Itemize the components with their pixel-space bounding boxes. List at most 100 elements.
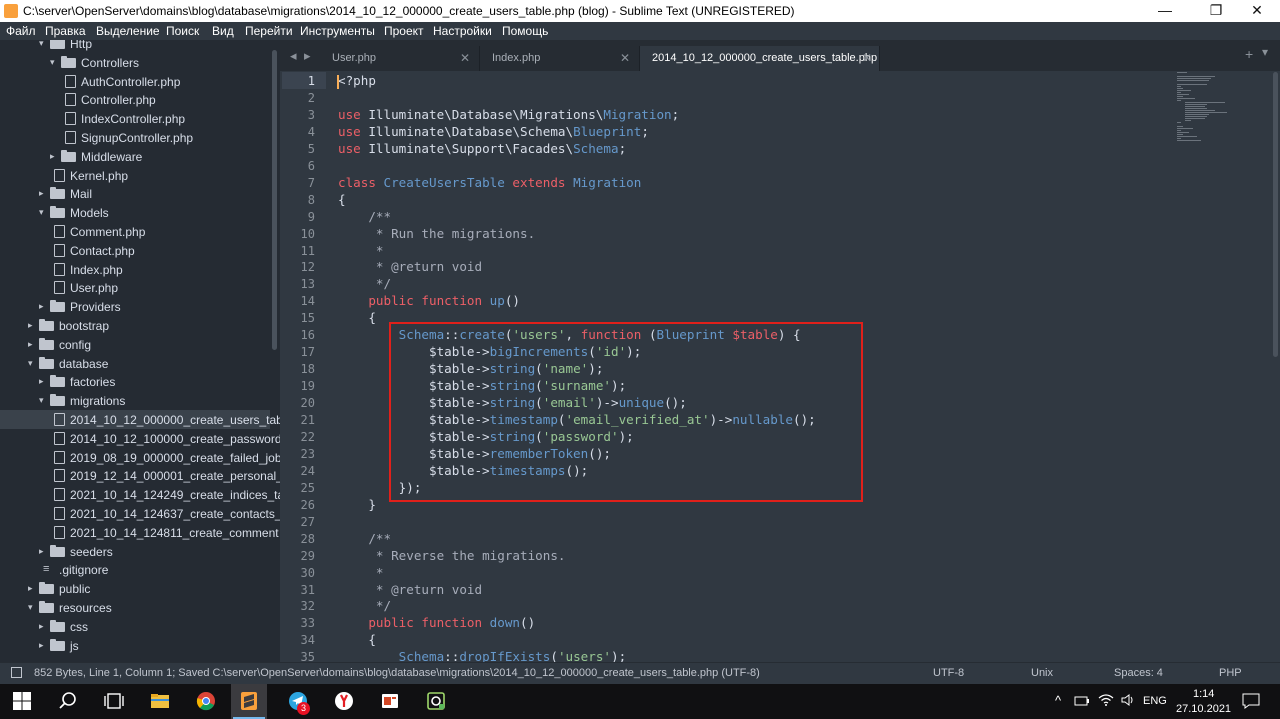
chevron-down-icon[interactable]: ▾	[39, 203, 49, 222]
notifications-icon[interactable]	[1242, 693, 1260, 709]
code-line[interactable]: {	[338, 192, 346, 207]
chevron-right-icon[interactable]: ▸	[39, 542, 49, 561]
sidebar-item[interactable]: SignupController.php	[0, 128, 270, 147]
sidebar-item[interactable]: 2021_10_14_124249_create_indices_ta	[0, 485, 280, 504]
tab-close-icon[interactable]: ✕	[862, 51, 872, 65]
menu-find[interactable]: Поиск	[166, 24, 199, 38]
status-encoding[interactable]: UTF-8	[933, 667, 964, 679]
input-language[interactable]: ENG	[1143, 695, 1167, 707]
sidebar-item[interactable]: 2021_10_14_124637_create_contacts_	[0, 504, 280, 523]
code-line[interactable]: use Illuminate\Support\Facades\Schema;	[338, 141, 626, 156]
taskbar-app-orange[interactable]	[372, 684, 408, 719]
code-line[interactable]: use Illuminate\Database\Schema\Blueprint…	[338, 124, 649, 139]
sidebar-item[interactable]: Comment.php	[0, 222, 270, 241]
volume-icon[interactable]	[1120, 693, 1136, 707]
status-syntax[interactable]: PHP	[1219, 667, 1242, 679]
status-line-endings[interactable]: Unix	[1031, 667, 1053, 679]
taskbar-explorer[interactable]	[142, 684, 178, 719]
code-line[interactable]: *	[338, 565, 384, 580]
clock-time[interactable]: 1:14	[1193, 688, 1214, 700]
menu-edit[interactable]: Правка	[45, 24, 86, 38]
sidebar-item[interactable]: User.php	[0, 278, 270, 297]
sidebar-item[interactable]: 2019_08_19_000000_create_failed_job	[0, 448, 280, 467]
code-line[interactable]: public function up()	[338, 293, 520, 308]
chevron-right-icon[interactable]: ▸	[39, 297, 49, 316]
tab-user-php[interactable]: User.php ✕	[320, 46, 480, 71]
maximize-button[interactable]: ❐	[1193, 0, 1239, 22]
code-line[interactable]: *	[338, 243, 384, 258]
sidebar-item[interactable]: 2014_10_12_000000_create_users_tab	[0, 410, 280, 429]
code-line[interactable]: }	[338, 497, 376, 512]
code-line[interactable]: /**	[338, 209, 391, 224]
sidebar-item[interactable]: 2019_12_14_000001_create_personal_	[0, 466, 280, 485]
code-line[interactable]: {	[338, 310, 376, 325]
taskbar-yandex[interactable]	[326, 684, 362, 719]
sidebar-item[interactable]: ▸ config	[0, 335, 270, 354]
sidebar-item[interactable]: ▾ Controllers	[0, 53, 270, 72]
chevron-down-icon[interactable]: ▾	[39, 391, 49, 410]
taskbar-telegram[interactable]: 3	[280, 684, 316, 719]
editor-scrollbar[interactable]	[1273, 72, 1278, 357]
new-tab-icon[interactable]: +	[1245, 46, 1253, 62]
menu-goto[interactable]: Перейти	[245, 24, 293, 38]
chevron-right-icon[interactable]: ▸	[28, 335, 38, 354]
sidebar-item[interactable]: ▾ migrations	[0, 391, 270, 410]
code-line[interactable]: <?php	[338, 73, 376, 88]
sidebar-item[interactable]: ▾ Models	[0, 203, 270, 222]
sidebar-item[interactable]: IndexController.php	[0, 109, 270, 128]
taskbar-sublime[interactable]	[231, 684, 267, 719]
sidebar-item[interactable]: 2021_10_14_124811_create_comment	[0, 523, 279, 542]
menu-view[interactable]: Вид	[212, 24, 234, 38]
start-button[interactable]	[4, 684, 40, 719]
code-line[interactable]: * Run the migrations.	[338, 226, 535, 241]
minimap[interactable]	[1175, 72, 1235, 152]
sidebar-item[interactable]: ▸ seeders	[0, 542, 270, 561]
chevron-down-icon[interactable]: ▾	[39, 40, 49, 53]
chevron-right-icon[interactable]: ▸	[28, 579, 38, 598]
menu-preferences[interactable]: Настройки	[433, 24, 492, 38]
sidebar-item[interactable]: ▸ css	[0, 617, 270, 636]
tray-expand-icon[interactable]: ^	[1055, 693, 1061, 708]
code-line[interactable]: * Reverse the migrations.	[338, 548, 566, 563]
chevron-right-icon[interactable]: ▸	[39, 372, 49, 391]
chevron-right-icon[interactable]: ▸	[28, 316, 38, 335]
sidebar-item[interactable]: Index.php	[0, 260, 270, 279]
close-button[interactable]: ✕	[1234, 0, 1280, 22]
sidebar-item[interactable]: ▸ Mail	[0, 184, 270, 203]
code-line[interactable]: */	[338, 598, 391, 613]
chevron-right-icon[interactable]: ▸	[50, 147, 60, 166]
code-line[interactable]: use Illuminate\Database\Migrations\Migra…	[338, 107, 679, 122]
code-line[interactable]: * @return void	[338, 582, 482, 597]
sidebar-item[interactable]: ▾ database	[0, 354, 270, 373]
clock-date[interactable]: 27.10.2021	[1176, 703, 1231, 715]
menu-tools[interactable]: Инструменты	[300, 24, 375, 38]
taskbar-openserver[interactable]	[418, 684, 454, 719]
tab-list-chevron-icon[interactable]: ▾	[1262, 45, 1268, 59]
tab-scroll-left-icon[interactable]: ◂	[290, 48, 297, 64]
code-line[interactable]: */	[338, 276, 391, 291]
sidebar-item[interactable]: Kernel.php	[0, 166, 270, 185]
sidebar-scrollbar[interactable]	[272, 50, 277, 350]
sidebar-item[interactable]: ▸ public	[0, 579, 270, 598]
code-line[interactable]: /**	[338, 531, 391, 546]
chevron-right-icon[interactable]: ▸	[39, 617, 49, 636]
tab-scroll-right-icon[interactable]: ▸	[304, 48, 311, 64]
code-line[interactable]: * @return void	[338, 259, 482, 274]
sidebar-item[interactable]: ▸ factories	[0, 372, 270, 391]
tab-close-icon[interactable]: ✕	[460, 51, 470, 65]
wifi-icon[interactable]	[1098, 693, 1114, 707]
sidebar-item[interactable]: ▾ Http	[0, 40, 270, 53]
tab-create-users-table[interactable]: 2014_10_12_000000_create_users_table.php…	[640, 46, 880, 71]
search-button[interactable]	[50, 684, 86, 719]
menu-file[interactable]: Файл	[6, 24, 36, 38]
panel-toggle-icon[interactable]	[11, 667, 22, 678]
sidebar-item[interactable]: ▸ Middleware	[0, 147, 270, 166]
battery-icon[interactable]	[1074, 694, 1090, 708]
menu-project[interactable]: Проект	[384, 24, 424, 38]
minimize-button[interactable]: —	[1142, 0, 1188, 22]
sidebar-item[interactable]: ≡ .gitignore	[0, 560, 270, 579]
menu-selection[interactable]: Выделение	[96, 24, 160, 38]
menu-help[interactable]: Помощь	[502, 24, 548, 38]
chevron-right-icon[interactable]: ▸	[39, 184, 49, 203]
sidebar-item[interactable]: ▸ Providers	[0, 297, 270, 316]
